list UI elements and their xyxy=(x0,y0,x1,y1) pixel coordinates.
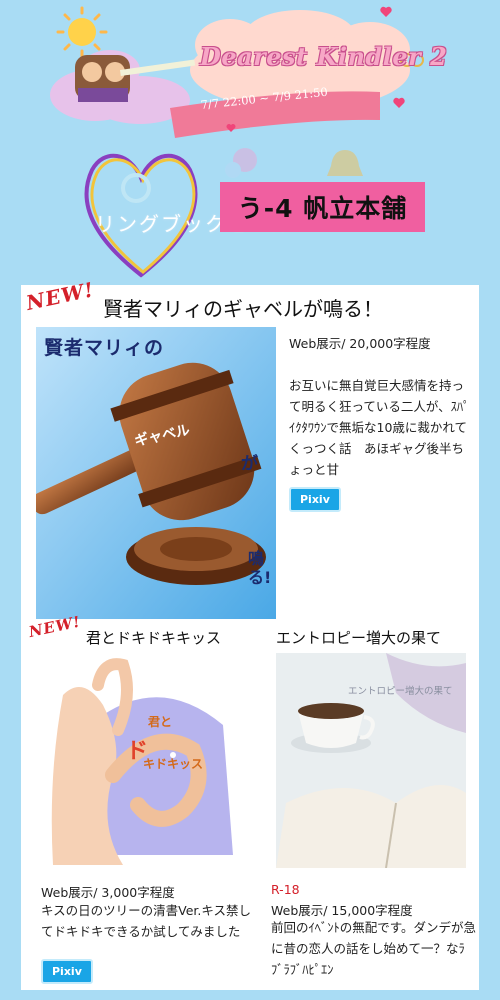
left-work-description: キスの日のツリーの清書Ver.キス禁してドキドキできるか試してみました xyxy=(41,903,251,939)
main-work-pixiv-button[interactable]: Pixiv xyxy=(289,487,341,512)
main-work-description: お互いに無自覚巨大感情を持って明るく狂っている二人が、ｽﾊﾟｲｸﾀﾜｳﾝで無垢な… xyxy=(289,378,470,477)
booth-label: う-4 帆立本舗 xyxy=(220,182,425,232)
left-work-cover[interactable]: 君と ド キドキッス xyxy=(43,655,238,870)
left-work-title[interactable]: 君とドキドキキッス xyxy=(86,627,221,648)
right-work-cover[interactable]: エントロピー増大の果て xyxy=(276,653,466,869)
new-badge: NEW! xyxy=(24,277,97,315)
event-banner: Dearest Kindler 2 7/7 22:00 ~ 7/9 21:50 xyxy=(0,0,500,140)
left-cover-text-1: 君と xyxy=(148,715,173,729)
right-cover-text: エントロピー増大の果て xyxy=(348,686,453,697)
right-work-description: 前回のｲﾍﾞﾝﾄの無配です。ダンデが急に昔の恋人の話をし始めて一？なﾗﾌﾞﾗﾌﾞ… xyxy=(271,920,477,977)
rating-badge: R-18 xyxy=(271,882,300,897)
main-work-info: Web展示/ 20,000字程度 xyxy=(289,336,431,351)
main-work-cover[interactable]: 賢者マリィの ギャベル が 鳴る! xyxy=(31,327,276,619)
right-work-title[interactable]: エントロピー増大の果て xyxy=(276,627,441,648)
left-work-info: Web展示/ 3,000字程度 xyxy=(41,885,175,900)
left-cover-text-3: キドキッス xyxy=(143,757,204,771)
left-work-pixiv-button[interactable]: Pixiv xyxy=(41,959,93,984)
ring-icon xyxy=(121,173,151,203)
flower-icon xyxy=(225,148,257,178)
event-title: Dearest Kindler 2 xyxy=(200,42,448,71)
works-card: NEW! 賢者マリィのギャベルが鳴る！ 賢者マリィの ギャベル が 鳴る! We… xyxy=(21,277,479,990)
cover-text-ga: が xyxy=(241,454,258,474)
main-work-title[interactable]: 賢者マリィのギャベルが鳴る！ xyxy=(103,293,383,322)
character-illustration xyxy=(75,55,130,102)
sun-icon xyxy=(56,6,108,58)
gavel-illustration xyxy=(31,327,276,619)
cover-text-top: 賢者マリィの xyxy=(44,337,165,359)
circle-header: リングブックセール う-4 帆立本舗 xyxy=(0,140,500,280)
cover-text-bottom: 鳴る! xyxy=(248,549,272,587)
bell-icon xyxy=(327,150,363,176)
